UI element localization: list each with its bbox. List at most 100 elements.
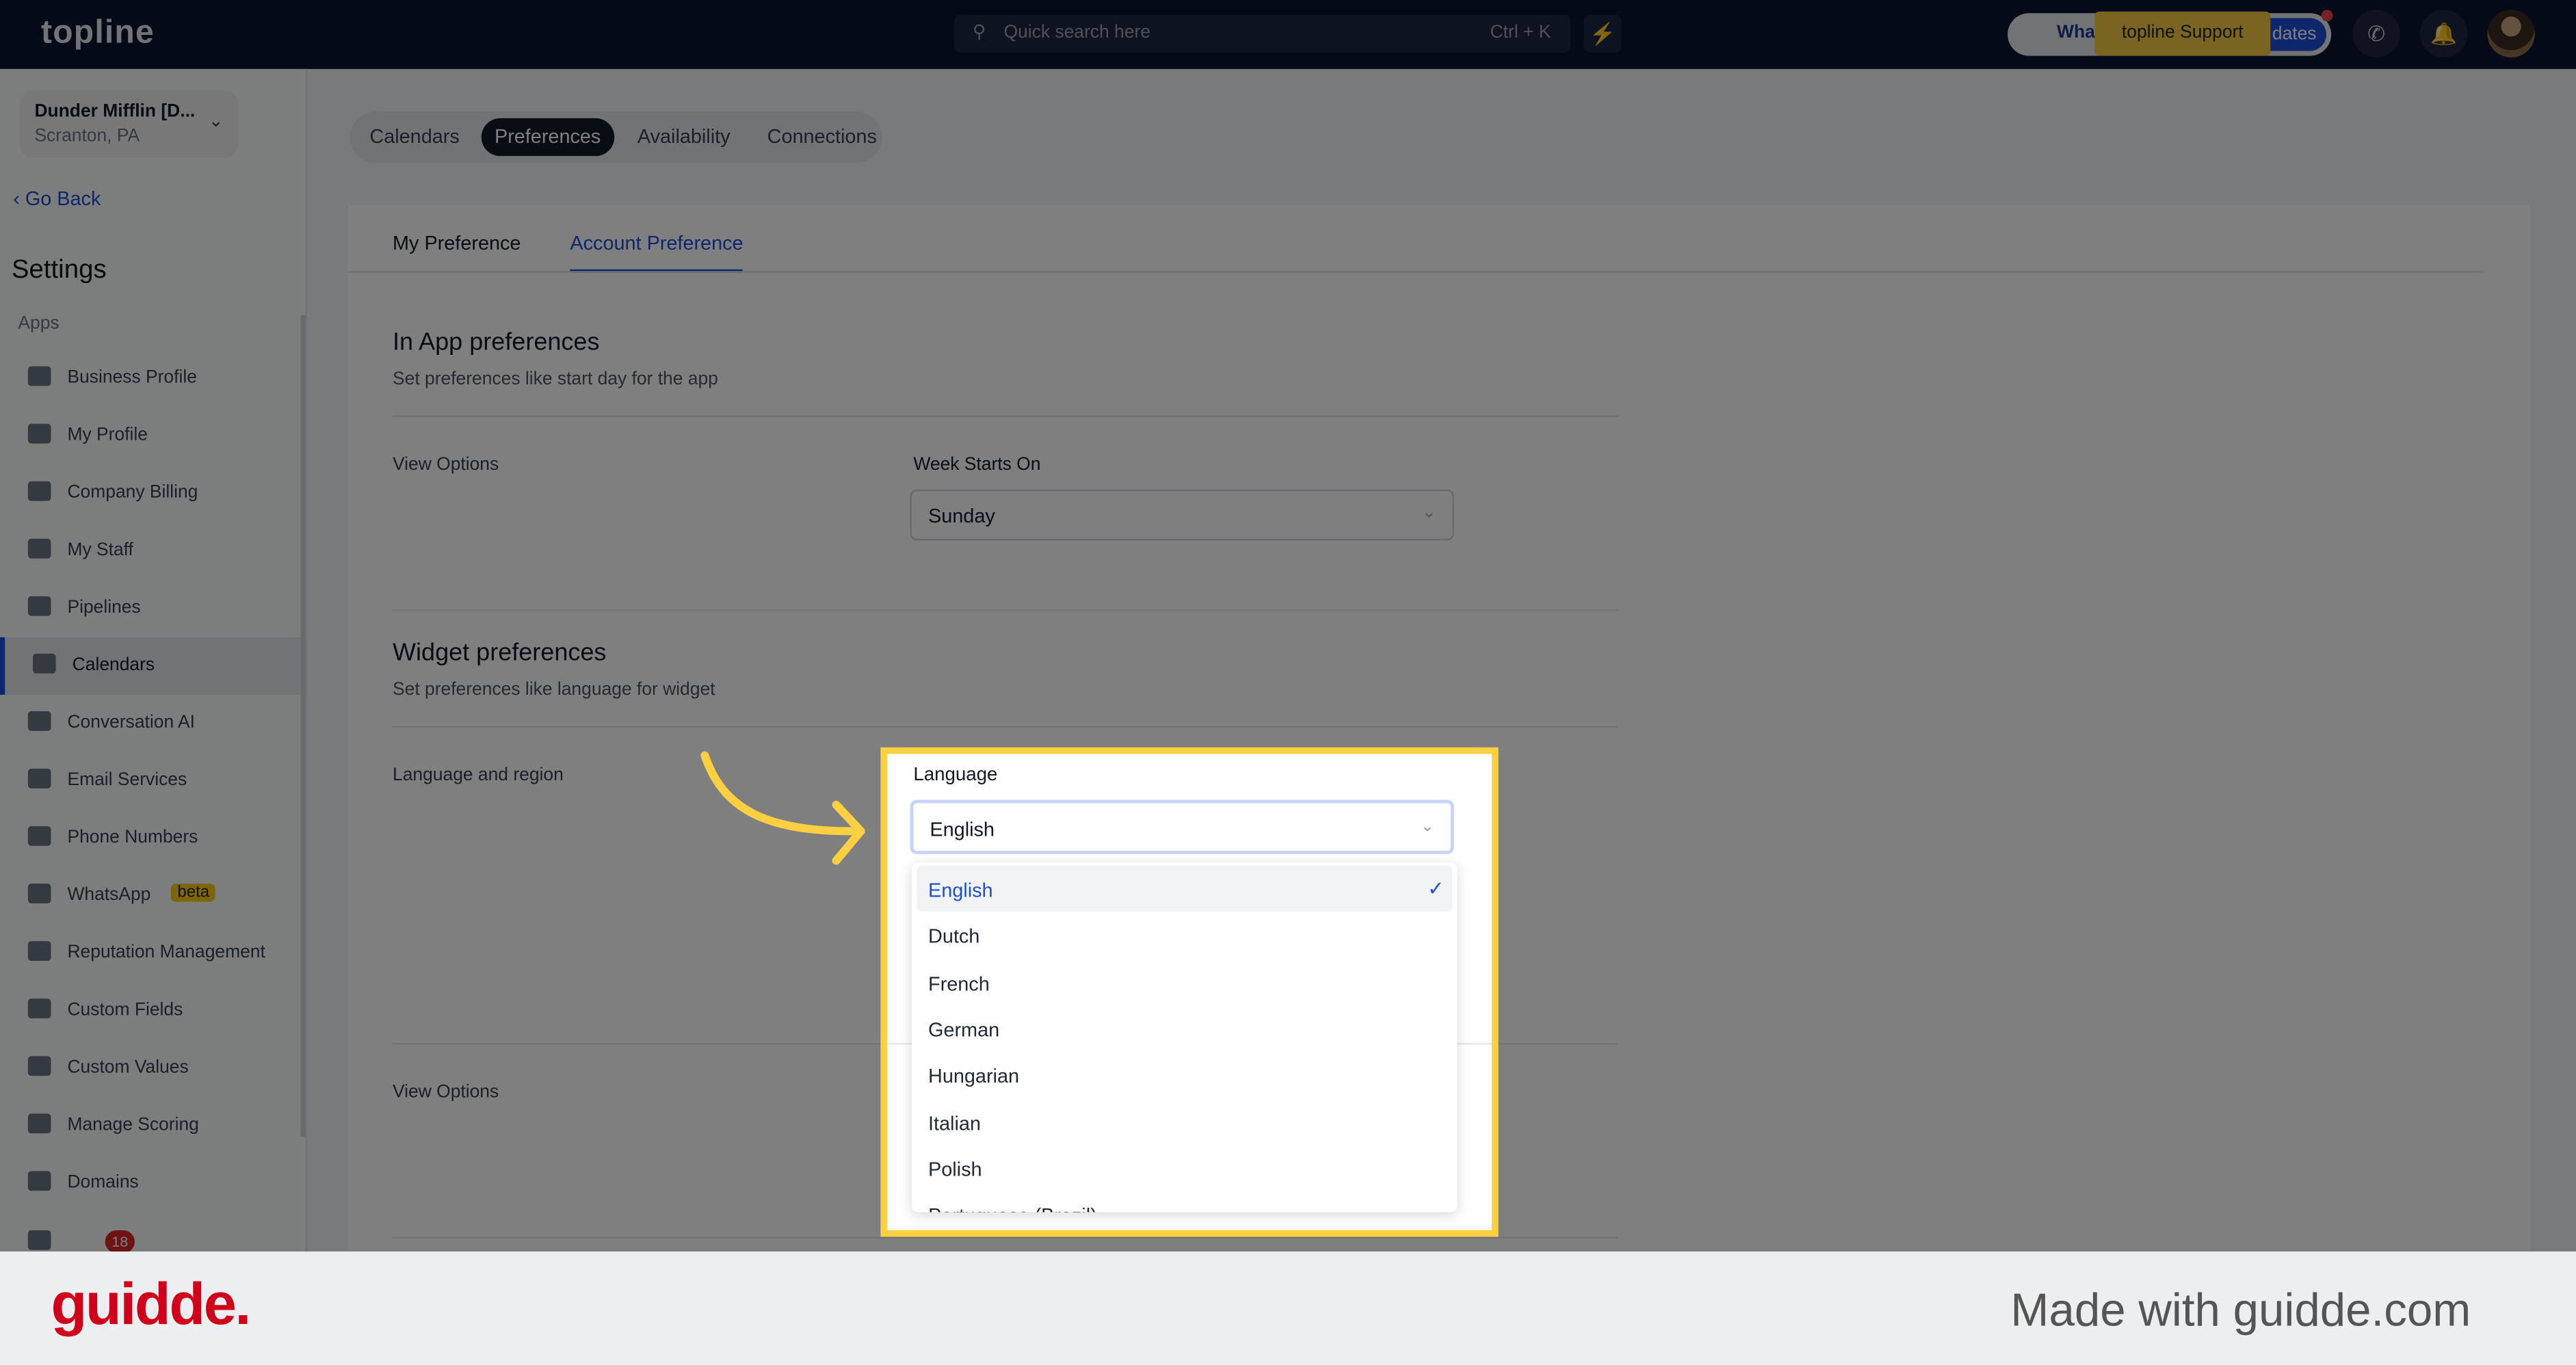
search-icon: ⚲ bbox=[972, 23, 986, 43]
language-label: Language bbox=[913, 765, 998, 786]
sidebar-item[interactable]: Pipelines bbox=[0, 580, 302, 637]
sidebar-item[interactable]: My Profile bbox=[0, 408, 302, 465]
sidebar-item-label: Calendars bbox=[72, 655, 155, 676]
account-switcher[interactable]: Dunder Mifflin [D... Scranton, PA ⌄ bbox=[19, 90, 239, 158]
bolt-icon[interactable]: ⚡ bbox=[1583, 14, 1622, 53]
sidebar-item[interactable]: Custom Values bbox=[0, 1039, 302, 1097]
sidebar-item-label: Phone Numbers bbox=[67, 827, 198, 848]
apps-section-label: Apps bbox=[18, 313, 60, 334]
star-icon bbox=[27, 941, 51, 962]
edit-field-icon bbox=[27, 998, 51, 1019]
subtab-my-preference[interactable]: My Preference bbox=[393, 232, 521, 255]
phone-icon[interactable]: ✆ bbox=[2352, 10, 2401, 58]
divider bbox=[393, 415, 1618, 418]
browser-icon bbox=[27, 1171, 51, 1191]
language-value: English bbox=[930, 818, 995, 841]
top-bar: topline ⚲ Quick search here Ctrl + K ⚡ W… bbox=[0, 0, 2576, 69]
check-icon: ✓ bbox=[1428, 877, 1445, 901]
arrow-icon bbox=[700, 751, 865, 865]
language-select[interactable]: English ⌄ bbox=[910, 799, 1454, 854]
tab-availability[interactable]: Availability bbox=[625, 118, 744, 156]
subtab-account-preference[interactable]: Account Preference bbox=[570, 232, 744, 273]
week-start-select[interactable]: Sunday ⌄ bbox=[910, 489, 1454, 541]
sidebar-item[interactable]: Manage Scoring bbox=[0, 1097, 302, 1154]
tab-connections[interactable]: Connections bbox=[754, 118, 890, 156]
settings-title: Settings bbox=[11, 256, 107, 284]
phone-icon bbox=[27, 826, 51, 846]
view-options-label-2: View Options bbox=[393, 1082, 499, 1102]
avatar[interactable] bbox=[2487, 10, 2535, 58]
sidebar-item[interactable]: Domains bbox=[0, 1154, 302, 1212]
sidebar-item-media[interactable] bbox=[0, 1214, 302, 1251]
grid-icon bbox=[27, 481, 51, 501]
briefcase-icon bbox=[27, 366, 51, 386]
sidebar-item-label: My Profile bbox=[67, 425, 148, 445]
language-option[interactable]: French bbox=[917, 959, 1452, 1005]
mail-icon bbox=[27, 769, 51, 788]
language-option-label: Italian bbox=[928, 1111, 981, 1135]
sidebar-item[interactable]: Conversation AI bbox=[0, 695, 302, 752]
divider bbox=[348, 271, 2484, 273]
chevron-down-icon: ⌄ bbox=[1422, 504, 1436, 522]
sidebar-item[interactable]: Company Billing bbox=[0, 465, 302, 522]
pie-icon bbox=[27, 1056, 51, 1076]
widget-subtitle: Set preferences like language for widget bbox=[393, 680, 715, 700]
sidebar-item-label: Manage Scoring bbox=[67, 1115, 199, 1135]
sidebar-item[interactable]: My Staff bbox=[0, 522, 302, 580]
sidebar-item[interactable]: Calendars bbox=[0, 637, 308, 695]
sidebar-item-label: Custom Fields bbox=[67, 1000, 183, 1020]
language-option[interactable]: Dutch bbox=[917, 912, 1452, 958]
search-shortcut: Ctrl + K bbox=[1490, 23, 1551, 43]
user-icon bbox=[27, 423, 51, 444]
view-options-label: View Options bbox=[393, 455, 499, 475]
sidebar-item[interactable]: Email Services bbox=[0, 752, 302, 810]
language-option[interactable]: Portuguese (Brazil) bbox=[917, 1191, 1452, 1212]
account-location: Scranton, PA bbox=[34, 126, 140, 146]
language-option-label: Hungarian bbox=[928, 1064, 1020, 1088]
quick-search[interactable]: ⚲ Quick search here Ctrl + K bbox=[954, 14, 1571, 53]
chevron-down-icon: ⌄ bbox=[1420, 818, 1434, 836]
sidebar-item-label: Conversation AI bbox=[67, 713, 195, 733]
sidebar-item[interactable]: Phone Numbers bbox=[0, 810, 302, 867]
video-icon bbox=[27, 1230, 51, 1250]
sidebar-item[interactable]: Business Profile bbox=[0, 350, 302, 408]
beta-badge: beta bbox=[170, 884, 216, 902]
staff-icon bbox=[27, 538, 51, 559]
go-back-label: Go Back bbox=[25, 187, 101, 211]
tab-calendars[interactable]: Calendars bbox=[356, 118, 473, 156]
in-app-title: In App preferences bbox=[393, 328, 600, 357]
sidebar-item[interactable]: Custom Fields bbox=[0, 982, 302, 1039]
sidebar-item-label: Custom Values bbox=[67, 1057, 189, 1078]
tab-preferences[interactable]: Preferences bbox=[481, 118, 614, 157]
search-placeholder: Quick search here bbox=[1003, 23, 1151, 43]
language-option[interactable]: German bbox=[917, 1005, 1452, 1051]
language-option[interactable]: English ✓ bbox=[917, 865, 1453, 912]
language-option-label: German bbox=[928, 1018, 1000, 1042]
language-option-label: Polish bbox=[928, 1157, 982, 1181]
language-option[interactable]: Polish bbox=[917, 1145, 1452, 1191]
filter-icon bbox=[27, 596, 51, 616]
app-logo[interactable]: topline bbox=[41, 15, 155, 53]
language-option-label: Dutch bbox=[928, 925, 980, 949]
go-back-link[interactable]: ‹ Go Back bbox=[13, 187, 101, 211]
language-option[interactable]: Italian bbox=[917, 1098, 1452, 1144]
support-button[interactable]: topline Support bbox=[2094, 11, 2271, 56]
sidebar-item-label: Pipelines bbox=[67, 598, 141, 618]
chevron-left-icon: ‹ bbox=[13, 187, 25, 211]
in-app-subtitle: Set preferences like start day for the a… bbox=[393, 369, 718, 390]
language-region-label: Language and region bbox=[393, 765, 564, 786]
sidebar-item[interactable]: WhatsApp beta bbox=[0, 867, 302, 925]
account-name: Dunder Mifflin [D... bbox=[34, 101, 196, 122]
chat-badge[interactable]: 18 bbox=[105, 1230, 135, 1252]
screenshot: topline ⚲ Quick search here Ctrl + K ⚡ W… bbox=[0, 0, 2576, 1365]
chart-icon bbox=[27, 1113, 51, 1134]
sidebar-scrollbar[interactable] bbox=[300, 315, 306, 1137]
sidebar-item-label: Email Services bbox=[67, 770, 187, 791]
calendar-icon bbox=[33, 653, 56, 674]
divider bbox=[393, 609, 1618, 611]
language-option[interactable]: Hungarian bbox=[917, 1052, 1452, 1098]
sidebar-item-label: Reputation Management bbox=[67, 942, 265, 963]
bell-icon[interactable]: 🔔 bbox=[2419, 10, 2468, 58]
sidebar-item[interactable]: Reputation Management bbox=[0, 925, 302, 982]
notification-dot bbox=[2321, 10, 2333, 22]
